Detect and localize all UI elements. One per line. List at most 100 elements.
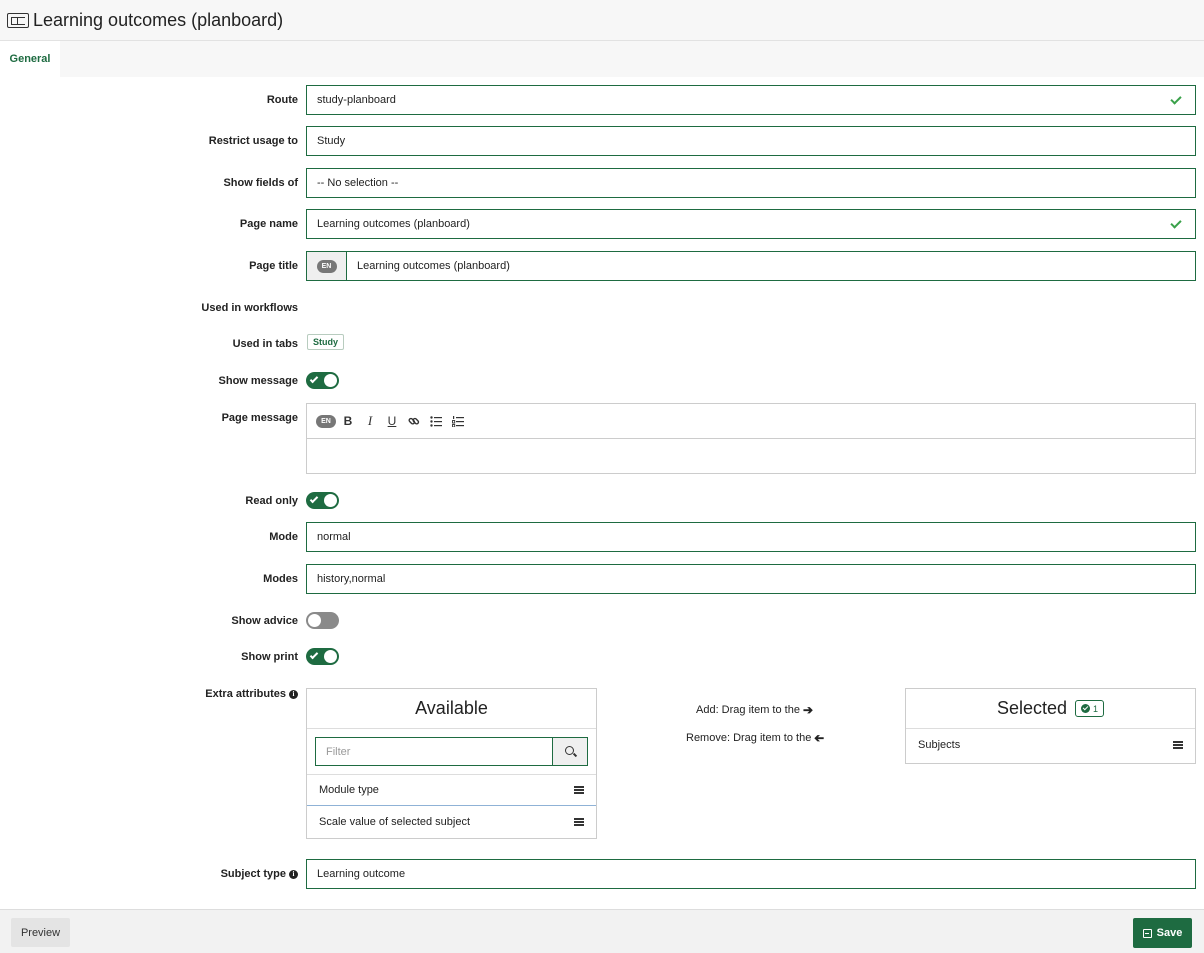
drag-handle-icon[interactable]	[1173, 740, 1183, 749]
used-tabs-label: Used in tabs	[232, 338, 298, 350]
bullet-list-button[interactable]	[425, 411, 447, 431]
drag-handle-icon[interactable]	[574, 786, 584, 794]
show-advice-toggle[interactable]	[306, 612, 339, 629]
subject-type-select[interactable]: Learning outcome	[306, 859, 1196, 889]
show-print-toggle[interactable]	[306, 648, 339, 665]
selected-header: Selected 1	[906, 689, 1195, 729]
remove-hint: Remove: Drag item to the ➔	[686, 731, 824, 745]
arrow-left-icon: ➔	[814, 731, 825, 745]
check-circle-icon	[1081, 704, 1091, 713]
modes-label: Modes	[263, 573, 298, 585]
subject-type-label-text: Subject type	[220, 868, 286, 880]
subject-type-label: Subject type i	[221, 868, 298, 880]
bullet-list-icon	[430, 415, 442, 427]
list-item[interactable]: Subjects	[906, 729, 1195, 760]
show-advice-label: Show advice	[231, 615, 298, 627]
page-title-input[interactable]: EN Learning outcomes (planboard)	[306, 251, 1196, 281]
tab-general[interactable]: General	[0, 41, 60, 77]
bold-button[interactable]: B	[337, 411, 359, 431]
show-message-label: Show message	[218, 375, 298, 387]
selected-count-badge: 1	[1075, 700, 1105, 717]
language-selector[interactable]: EN	[315, 411, 337, 431]
add-hint-text: Add: Drag item to the	[696, 704, 800, 716]
show-message-toggle[interactable]	[306, 372, 339, 389]
underline-button[interactable]: U	[381, 411, 403, 431]
check-icon	[1171, 218, 1183, 230]
toggle-knob	[308, 614, 321, 627]
page-title-value: Learning outcomes (planboard)	[357, 260, 510, 272]
selected-title: Selected	[996, 698, 1068, 718]
check-icon	[309, 494, 319, 504]
toggle-knob	[324, 494, 337, 507]
language-badge: EN	[316, 259, 337, 273]
filter-input[interactable]: Filter	[315, 737, 553, 766]
language-badge: EN	[316, 414, 336, 428]
link-icon	[408, 417, 420, 425]
show-fields-value: -- No selection --	[317, 177, 399, 189]
modes-value: history,normal	[317, 573, 386, 585]
arrow-right-icon: ➔	[802, 703, 814, 717]
search-icon	[564, 746, 574, 755]
modes-input[interactable]: history,normal	[306, 564, 1196, 594]
tab-tag[interactable]: Study	[307, 334, 345, 350]
read-only-label: Read only	[245, 495, 298, 507]
available-list: Available Filter Module type Scale value…	[306, 688, 597, 839]
page-message-label: Page message	[221, 412, 298, 424]
page-header: Learning outcomes (planboard)	[0, 0, 1204, 41]
selected-count: 1	[1093, 703, 1099, 714]
toggle-knob	[324, 650, 337, 663]
mode-label: Mode	[269, 531, 298, 543]
available-title: Available	[307, 689, 596, 729]
page-message-editor: EN B I U	[306, 403, 1196, 474]
selected-list: Selected 1 Subjects	[905, 688, 1196, 764]
toggle-knob	[324, 374, 337, 387]
page-title: Learning outcomes (planboard)	[33, 9, 284, 30]
show-fields-label: Show fields of	[223, 177, 298, 189]
info-icon[interactable]: i	[289, 869, 298, 879]
tab-bar: General	[0, 41, 1204, 77]
language-selector[interactable]: EN	[307, 252, 347, 280]
read-only-toggle[interactable]	[306, 492, 339, 509]
page-title-label: Page title	[249, 260, 298, 272]
check-icon	[309, 374, 319, 384]
check-icon	[1171, 94, 1183, 106]
extra-attributes-label-text: Extra attributes	[205, 688, 286, 700]
drag-handle-icon[interactable]	[574, 817, 584, 826]
footer-bar: Preview Save	[0, 909, 1204, 953]
save-button-label: Save	[1156, 927, 1183, 939]
restrict-label: Restrict usage to	[208, 135, 298, 147]
page-name-input[interactable]: Learning outcomes (planboard)	[306, 209, 1196, 239]
list-item[interactable]: Scale value of selected subject	[307, 806, 596, 837]
editor-toolbar: EN B I U	[307, 404, 1195, 439]
preview-button[interactable]: Preview	[11, 918, 70, 947]
save-button[interactable]: Save	[1133, 918, 1192, 948]
italic-button[interactable]: I	[359, 411, 381, 431]
route-input[interactable]: study-planboard	[306, 85, 1196, 115]
newspaper-icon	[7, 12, 29, 28]
show-fields-select[interactable]: -- No selection --	[306, 168, 1196, 198]
route-label: Route	[266, 94, 298, 106]
list-item[interactable]: Module type	[307, 775, 596, 806]
check-icon	[309, 650, 319, 660]
subject-type-value: Learning outcome	[317, 868, 406, 880]
show-print-label: Show print	[241, 651, 298, 663]
filter-search-button[interactable]	[553, 737, 588, 766]
workflows-label: Used in workflows	[201, 302, 298, 314]
numbered-list-button[interactable]	[447, 411, 469, 431]
list-item-label: Scale value of selected subject	[319, 815, 471, 828]
list-item-label: Module type	[319, 784, 379, 796]
restrict-value: Study	[317, 135, 346, 147]
link-button[interactable]	[403, 411, 425, 431]
page-name-value: Learning outcomes (planboard)	[317, 218, 470, 230]
extra-attributes-label: Extra attributes i	[205, 688, 298, 700]
restrict-select[interactable]: Study	[306, 126, 1196, 156]
info-icon[interactable]: i	[289, 689, 298, 699]
numbered-list-icon	[452, 415, 464, 427]
remove-hint-text: Remove: Drag item to the	[686, 732, 812, 744]
route-value: study-planboard	[317, 94, 396, 106]
mode-value: normal	[317, 531, 351, 543]
mode-select[interactable]: normal	[306, 522, 1196, 552]
editor-content-area[interactable]	[307, 439, 1195, 473]
save-icon	[1142, 928, 1152, 938]
list-item-label: Subjects	[918, 738, 961, 751]
